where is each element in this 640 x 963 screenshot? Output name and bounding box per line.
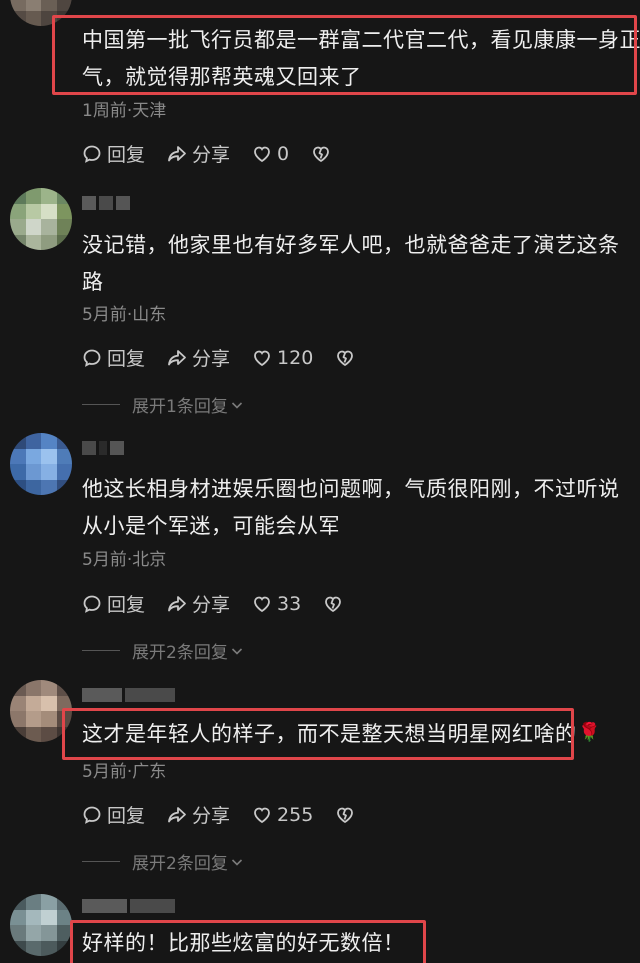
expand-replies-button[interactable]: 展开2条回复 xyxy=(82,849,244,874)
heart-icon xyxy=(254,146,270,162)
username-blurred[interactable] xyxy=(82,196,130,210)
share-label: 分享 xyxy=(192,144,231,166)
heart-icon xyxy=(254,807,270,823)
like-count: 255 xyxy=(277,803,314,826)
share-icon xyxy=(168,595,186,611)
share-button[interactable]: 分享 xyxy=(167,344,230,371)
avatar[interactable] xyxy=(10,680,72,742)
reply-button[interactable]: 回复 xyxy=(82,590,145,617)
heart-icon xyxy=(254,350,270,366)
comment-meta: 5月前·广东 xyxy=(82,762,167,782)
expand-replies-button[interactable]: 展开1条回复 xyxy=(82,392,244,417)
expand-label: 展开2条回复 xyxy=(132,854,228,874)
chevron-down-icon xyxy=(231,647,242,655)
comment-text: 中国第一批飞行员都是一群富二代官二代，看见康康一身正气，就觉得那帮英魂又回来了 xyxy=(82,28,640,89)
comment-text: 好样的！比那些炫富的好无数倍！ xyxy=(82,931,405,955)
comment-meta: 1周前·天津 xyxy=(82,101,167,121)
share-label: 分享 xyxy=(192,594,231,616)
share-button[interactable]: 分享 xyxy=(167,140,230,167)
share-button[interactable]: 分享 xyxy=(167,590,230,617)
reply-button[interactable]: 回复 xyxy=(82,140,145,167)
reply-label: 回复 xyxy=(107,144,146,166)
reply-label: 回复 xyxy=(107,594,146,616)
chevron-down-icon xyxy=(231,858,242,866)
like-button[interactable]: 120 xyxy=(252,347,313,369)
expand-replies-button[interactable]: 展开2条回复 xyxy=(82,638,244,663)
reply-button[interactable]: 回复 xyxy=(82,801,145,828)
comment-actions: 回复 分享 0 xyxy=(82,140,358,167)
expand-label: 展开2条回复 xyxy=(132,643,228,663)
comment-icon xyxy=(83,349,101,367)
comment-meta: 5月前·北京 xyxy=(82,550,167,570)
username-blurred[interactable] xyxy=(82,441,124,455)
comment-actions: 回复 分享 255 xyxy=(82,801,382,828)
dislike-button[interactable] xyxy=(311,144,336,164)
broken-heart-icon xyxy=(313,146,330,162)
share-label: 分享 xyxy=(192,348,231,370)
comment-meta: 5月前·山东 xyxy=(82,305,167,325)
heart-icon xyxy=(254,596,270,612)
dislike-button[interactable] xyxy=(335,348,360,368)
like-button[interactable]: 33 xyxy=(252,593,301,615)
avatar[interactable] xyxy=(10,894,72,956)
divider xyxy=(82,861,120,862)
comment-text: 没记错，他家里也有好多军人吧，也就爸爸走了演艺这条路 xyxy=(82,233,620,294)
reply-label: 回复 xyxy=(107,348,146,370)
like-count: 120 xyxy=(277,346,314,369)
like-button[interactable]: 255 xyxy=(252,804,313,826)
reply-label: 回复 xyxy=(107,805,146,827)
broken-heart-icon xyxy=(337,807,354,823)
like-button[interactable]: 0 xyxy=(252,143,289,165)
like-count: 33 xyxy=(277,592,302,615)
divider xyxy=(82,404,120,405)
expand-label: 展开1条回复 xyxy=(132,397,228,417)
comment-actions: 回复 分享 120 xyxy=(82,344,382,371)
chevron-down-icon xyxy=(231,401,242,409)
comment-actions: 回复 分享 33 xyxy=(82,590,370,617)
dislike-button[interactable] xyxy=(323,594,348,614)
share-button[interactable]: 分享 xyxy=(167,801,230,828)
broken-heart-icon xyxy=(337,350,354,366)
dislike-button[interactable] xyxy=(335,805,360,825)
comment-text: 这才是年轻人的样子，而不是整天想当明星网红啥的 xyxy=(82,722,577,746)
reply-button[interactable]: 回复 xyxy=(82,344,145,371)
avatar[interactable] xyxy=(10,188,72,250)
share-icon xyxy=(168,806,186,822)
share-icon xyxy=(168,145,186,161)
share-label: 分享 xyxy=(192,805,231,827)
comment-icon xyxy=(83,145,101,163)
avatar[interactable] xyxy=(10,0,72,26)
avatar[interactable] xyxy=(10,433,72,495)
comment-icon xyxy=(83,806,101,824)
comment-icon xyxy=(83,595,101,613)
rose-emoji: 🌹 xyxy=(578,722,601,743)
username-blurred[interactable] xyxy=(82,899,175,913)
comment-text: 他这长相身材进娱乐圈也问题啊，气质很阳刚，不过听说从小是个军迷，可能会从军 xyxy=(82,477,620,538)
share-icon xyxy=(168,349,186,365)
divider xyxy=(82,650,120,651)
username-blurred[interactable] xyxy=(82,688,175,702)
broken-heart-icon xyxy=(325,596,342,612)
like-count: 0 xyxy=(277,142,290,165)
